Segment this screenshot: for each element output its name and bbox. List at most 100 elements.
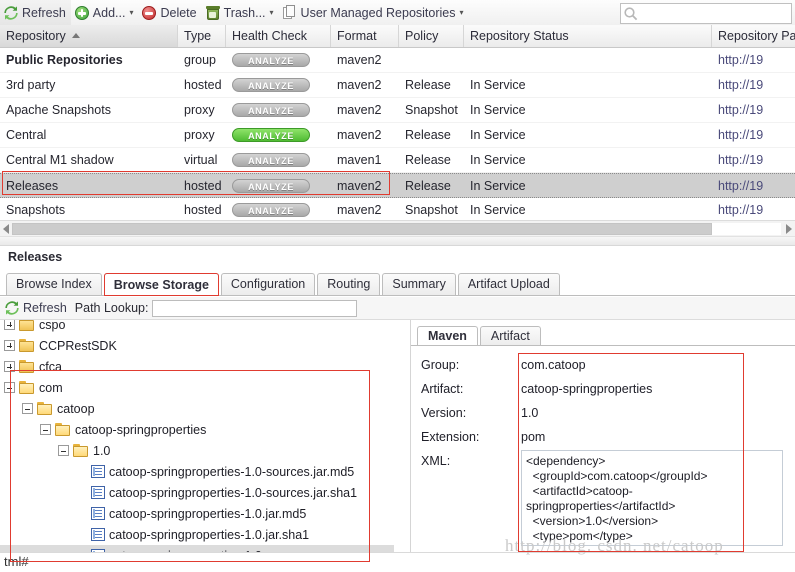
folder-icon: [73, 444, 89, 457]
delete-button[interactable]: Delete: [138, 0, 201, 25]
table-row[interactable]: Central M1 shadow virtual ANALYZE maven1 Rel…: [0, 148, 795, 173]
tree-folder-node[interactable]: catoop-springproperties: [0, 419, 394, 440]
cell-format: maven2: [337, 178, 382, 193]
analyze-button[interactable]: ANALYZE: [232, 128, 310, 142]
cell-policy: Release: [405, 78, 451, 92]
tree-folder-node[interactable]: 1.0: [0, 440, 394, 461]
expand-icon[interactable]: [4, 340, 15, 351]
tree-file-node[interactable]: catoop-springproperties-1.0-sources.jar.…: [0, 482, 394, 503]
pages-icon: [282, 4, 298, 21]
grid-horizontal-scrollbar[interactable]: [0, 220, 795, 237]
tree-folder-node[interactable]: catoop: [0, 398, 394, 419]
tree-file-node[interactable]: catoop-springproperties-1.0.jar.sha1: [0, 524, 394, 545]
trash-button[interactable]: Trash... ▾: [202, 0, 279, 25]
column-header-path[interactable]: Repository Path: [712, 25, 795, 47]
expand-icon[interactable]: [4, 320, 15, 330]
tab-browse-storage[interactable]: Browse Storage: [103, 273, 219, 296]
cell-status: In Service: [470, 203, 526, 217]
analyze-button[interactable]: ANALYZE: [232, 78, 310, 92]
table-row[interactable]: Releases hosted ANALYZE maven2 Release In Ser…: [0, 173, 795, 198]
tree-folder-node[interactable]: com: [0, 377, 394, 398]
column-header-healthcheck[interactable]: Health Check: [226, 25, 331, 47]
table-row[interactable]: Snapshots hosted ANALYZE maven2 Snapshot In S…: [0, 198, 795, 218]
cell-type: virtual: [184, 153, 218, 167]
collapse-icon[interactable]: [58, 445, 69, 456]
tree-file-node[interactable]: catoop-springproperties-1.0.pom: [0, 545, 394, 552]
scroll-right-arrow-icon[interactable]: [786, 224, 792, 234]
column-header-format[interactable]: Format: [331, 25, 399, 47]
column-header-repository[interactable]: Repository: [0, 25, 178, 47]
artifact-value: catoop-springproperties: [521, 382, 653, 396]
add-button[interactable]: Add... ▾: [71, 0, 139, 25]
table-row[interactable]: Public Repositories group ANALYZE maven2 htt…: [0, 48, 795, 73]
table-row[interactable]: Apache Snapshots proxy ANALYZE maven2 Snapsh…: [0, 98, 795, 123]
cell-type: hosted: [184, 78, 222, 92]
analyze-button[interactable]: ANALYZE: [232, 153, 310, 167]
analyze-button[interactable]: ANALYZE: [232, 203, 310, 217]
delete-label: Delete: [160, 5, 197, 20]
panel-title: Releases: [0, 246, 795, 268]
xml-snippet-textarea[interactable]: <dependency> <groupId>com.catoop</groupI…: [521, 450, 783, 546]
cell-repository: Releases: [6, 178, 59, 193]
search-box[interactable]: [620, 3, 795, 24]
search-icon: [623, 6, 639, 22]
user-managed-repositories-button[interactable]: User Managed Repositories ▾: [279, 0, 469, 25]
folder-icon: [55, 423, 71, 436]
user-managed-repositories-label: User Managed Repositories: [300, 5, 456, 20]
column-header-status[interactable]: Repository Status: [464, 25, 712, 47]
tree-folder-node[interactable]: CCPRestSDK: [0, 335, 394, 356]
detail-tab-maven[interactable]: Maven: [417, 326, 478, 346]
add-label: Add...: [92, 5, 126, 20]
folder-icon: [19, 360, 35, 373]
storage-refresh-label: Refresh: [23, 301, 67, 315]
extension-value: pom: [521, 430, 546, 444]
tab-routing[interactable]: Routing: [317, 273, 381, 295]
tab-configuration[interactable]: Configuration: [220, 273, 316, 295]
tree-node-label: catoop-springproperties-1.0.jar.sha1: [109, 527, 310, 542]
tab-browse-index[interactable]: Browse Index: [6, 273, 102, 295]
tab-artifact-upload[interactable]: Artifact Upload: [457, 273, 560, 295]
column-header-repository-label: Repository: [6, 29, 66, 43]
path-lookup-input[interactable]: [152, 299, 358, 317]
cell-format: maven2: [337, 203, 382, 217]
extension-label: Extension:: [421, 430, 480, 444]
tree-folder-node[interactable]: cspo: [0, 320, 394, 335]
expand-icon[interactable]: [4, 361, 15, 372]
group-value: com.catoop: [521, 358, 586, 372]
scrollbar-thumb[interactable]: [12, 223, 712, 235]
table-row[interactable]: 3rd party hosted ANALYZE maven2 Release In Se…: [0, 73, 795, 98]
refresh-icon: [4, 300, 20, 316]
panel-splitter[interactable]: [0, 236, 795, 246]
tree-file-node[interactable]: catoop-springproperties-1.0.jar.md5: [0, 503, 394, 524]
scroll-left-arrow-icon[interactable]: [3, 224, 9, 234]
chevron-down-icon: ▾: [269, 7, 274, 17]
storage-refresh-button[interactable]: Refresh: [0, 300, 73, 316]
refresh-button[interactable]: Refresh: [0, 0, 71, 25]
analyze-button[interactable]: ANALYZE: [232, 53, 310, 67]
repository-grid-body: Public Repositories group ANALYZE maven2 htt…: [0, 48, 795, 218]
cell-type: hosted: [184, 203, 222, 217]
column-header-type[interactable]: Type: [178, 25, 226, 47]
analyze-button[interactable]: ANALYZE: [232, 103, 310, 117]
cell-path: http://19: [718, 203, 764, 217]
main-toolbar: Refresh Add... ▾ Delete Trash... ▾ User …: [0, 0, 795, 26]
tab-summary[interactable]: Summary: [382, 273, 456, 295]
cell-repository: 3rd party: [6, 78, 56, 92]
collapse-icon[interactable]: [22, 403, 33, 414]
collapse-icon[interactable]: [4, 382, 15, 393]
xml-label: XML:: [421, 454, 451, 468]
cell-type: hosted: [184, 178, 222, 193]
tree-file-node[interactable]: catoop-springproperties-1.0-sources.jar.…: [0, 461, 394, 482]
detail-tab-artifact[interactable]: Artifact: [479, 326, 541, 346]
tree-folder-node[interactable]: cfca: [0, 356, 394, 377]
cell-type: proxy: [184, 103, 215, 117]
collapse-icon[interactable]: [40, 424, 51, 435]
search-input[interactable]: [639, 6, 795, 21]
analyze-button[interactable]: ANALYZE: [232, 178, 310, 193]
cell-path: http://19: [718, 103, 764, 117]
column-header-policy[interactable]: Policy: [399, 25, 464, 47]
group-label: Group:: [421, 358, 460, 372]
table-row[interactable]: Central proxy ANALYZE maven2 Release In Servi…: [0, 123, 795, 148]
tree-node-label: catoop-springproperties: [75, 422, 207, 437]
